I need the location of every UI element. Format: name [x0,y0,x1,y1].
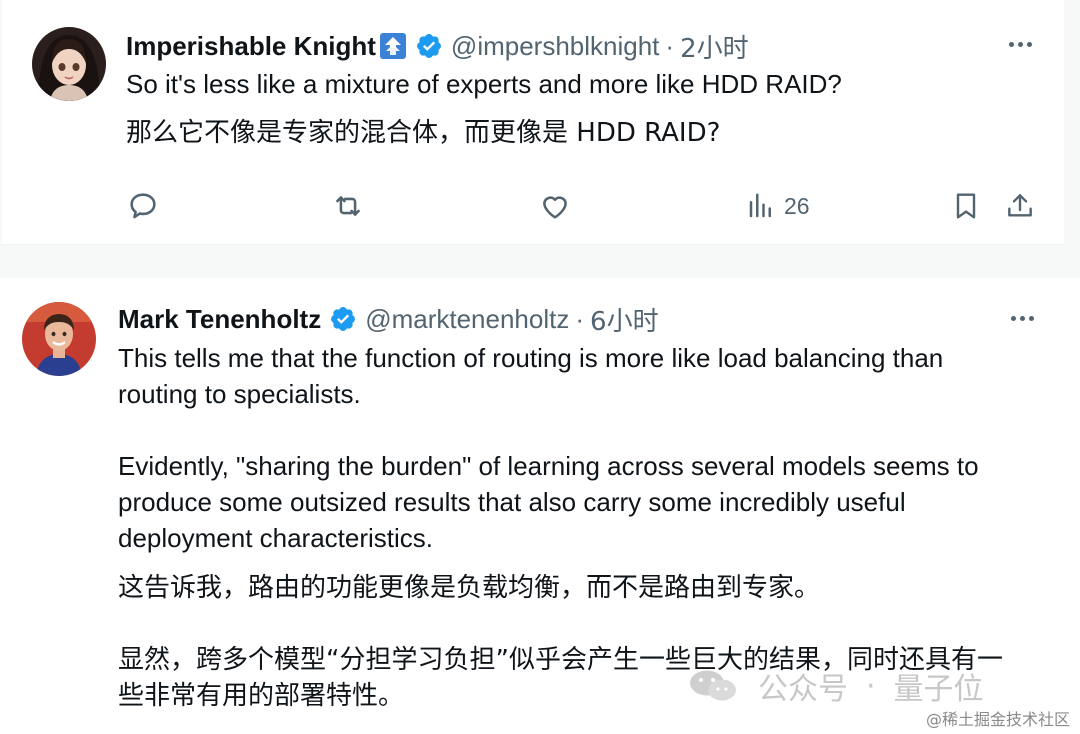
author-handle[interactable]: @marktenenholtz [365,304,569,335]
views-icon [746,191,776,221]
tweet-time[interactable]: 2小时 [680,28,749,65]
up-arrow-badge-icon [379,32,407,60]
views-button[interactable]: 26 [746,186,810,226]
verified-badge-icon [415,32,443,60]
site-watermark: @稀土掘金技术社区 [925,710,1070,729]
separator-dot: · [665,30,675,61]
wechat-icon [688,669,738,703]
tweet-text-zh-line: 这告诉我，路由的功能更像是负载均衡，而不是路由到专家。 [118,573,821,603]
reply-button[interactable] [126,186,160,226]
author-name[interactable]: Imperishable Knight [126,31,376,62]
avatar[interactable] [32,27,106,101]
like-button[interactable] [538,186,572,226]
more-options-icon[interactable] [1004,308,1040,328]
tweet-text-en-line: Evidently, "sharing the burden" of learn… [118,451,979,481]
tweet-card-1[interactable]: Imperishable Knight @impershblknight · 2… [2,0,1064,245]
avatar[interactable] [22,302,96,376]
views-count: 26 [784,192,810,219]
author-handle[interactable]: @impershblknight [451,31,659,62]
like-icon [538,189,572,223]
reply-icon [126,189,160,223]
bookmark-button[interactable] [950,186,982,226]
bookmark-icon [950,189,982,223]
retweet-button[interactable] [330,186,366,226]
tweet-text-en: So it's less like a mixture of experts a… [126,69,842,99]
tweet-text-en-line: This tells me that the function of routi… [118,343,944,373]
more-options-icon[interactable] [1002,34,1038,54]
tweet-text-en-line: produce some outsized results that also … [118,487,906,517]
tweet-text-en-line: routing to specialists. [118,379,361,409]
share-button[interactable] [1004,186,1036,226]
tweet-header: Mark Tenenholtz @marktenenholtz · 6小时 [118,301,659,337]
tweet-header: Imperishable Knight @impershblknight · 2… [126,28,749,64]
share-icon [1004,189,1036,223]
tweet-text-zh-line: 些非常有用的部署特性。 [118,681,405,711]
verified-badge-icon [329,305,357,333]
tweet-text-en-line: deployment characteristics. [118,523,434,553]
watermark: 公众号 · 量子位 [688,664,984,708]
tweet-time[interactable]: 6小时 [590,301,659,338]
tweet-text-zh: 那么它不像是专家的混合体，而更像是 HDD RAID? [126,118,721,148]
watermark-account: 量子位 [893,672,984,707]
author-name[interactable]: Mark Tenenholtz [118,304,321,335]
separator-dot: · [575,303,585,334]
watermark-separator: · [866,668,876,704]
watermark-brand: 公众号 [758,672,848,707]
retweet-icon [330,189,366,223]
